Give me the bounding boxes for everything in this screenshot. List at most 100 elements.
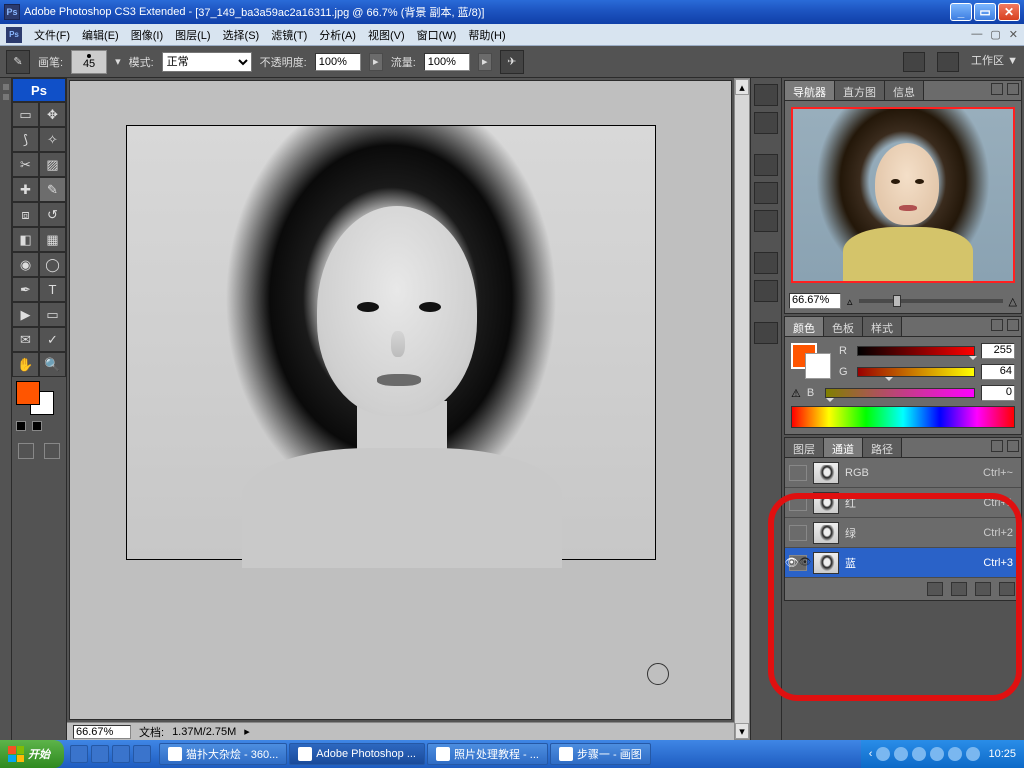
clone-stamp-tool[interactable]: ⧈ bbox=[12, 202, 39, 227]
zoom-field[interactable]: 66.67% bbox=[73, 725, 131, 739]
new-channel-icon[interactable] bbox=[975, 582, 991, 596]
menu-help[interactable]: 帮助(H) bbox=[468, 27, 505, 43]
channel-row[interactable]: 👁蓝Ctrl+3 bbox=[785, 548, 1021, 578]
tray-icon[interactable] bbox=[912, 747, 926, 761]
tab-channels[interactable]: 通道 bbox=[824, 438, 863, 457]
healing-brush-tool[interactable]: ✚ bbox=[12, 177, 39, 202]
taskbar-task[interactable]: 步骤一 - 画图 bbox=[550, 743, 651, 765]
taskbar-task[interactable]: Adobe Photoshop ... bbox=[289, 743, 425, 765]
blue-value[interactable]: 0 bbox=[981, 385, 1015, 401]
menu-select[interactable]: 选择(S) bbox=[223, 27, 260, 43]
palette-icon[interactable] bbox=[903, 52, 925, 72]
tab-swatches[interactable]: 色板 bbox=[824, 317, 863, 336]
crop-tool[interactable]: ✂ bbox=[12, 152, 39, 177]
hand-tool[interactable]: ✋ bbox=[12, 352, 39, 377]
zoom-out-icon[interactable]: ▵ bbox=[847, 295, 853, 308]
menu-file[interactable]: 文件(F) bbox=[34, 27, 70, 43]
slice-tool[interactable]: ▨ bbox=[39, 152, 66, 177]
eyedropper-tool[interactable]: ✓ bbox=[39, 327, 66, 352]
tray-icon[interactable] bbox=[966, 747, 980, 761]
menu-filter[interactable]: 滤镜(T) bbox=[271, 27, 307, 43]
quicklaunch-icon[interactable] bbox=[70, 745, 88, 763]
navigator-thumbnail[interactable] bbox=[791, 107, 1015, 283]
dock-icon[interactable] bbox=[754, 280, 778, 302]
dodge-tool[interactable]: ◯ bbox=[39, 252, 66, 277]
dock-icon[interactable] bbox=[754, 84, 778, 106]
channel-row[interactable]: 绿Ctrl+2 bbox=[785, 518, 1021, 548]
save-selection-icon[interactable] bbox=[951, 582, 967, 596]
lasso-tool[interactable]: ⟆ bbox=[12, 127, 39, 152]
window-minimize-button[interactable]: _ bbox=[950, 3, 972, 21]
visibility-toggle[interactable] bbox=[789, 465, 807, 481]
scroll-down-button[interactable]: ▾ bbox=[735, 723, 749, 739]
airbrush-toggle-icon[interactable]: ✈ bbox=[500, 50, 524, 74]
tab-navigator[interactable]: 导航器 bbox=[785, 81, 835, 100]
tray-icon[interactable] bbox=[930, 747, 944, 761]
delete-channel-icon[interactable] bbox=[999, 582, 1015, 596]
quicklaunch-icon[interactable] bbox=[112, 745, 130, 763]
eraser-tool[interactable]: ◧ bbox=[12, 227, 39, 252]
opacity-arrow[interactable]: ▸ bbox=[369, 53, 383, 71]
brush-picker-arrow[interactable]: ▾ bbox=[115, 55, 121, 68]
mdi-minimize-button[interactable]: — bbox=[971, 28, 982, 41]
tray-icon[interactable] bbox=[948, 747, 962, 761]
taskbar-task[interactable]: 猫扑大杂烩 - 360... bbox=[159, 743, 287, 765]
window-close-button[interactable]: ✕ bbox=[998, 3, 1020, 21]
panel-close-icon[interactable] bbox=[1007, 440, 1019, 452]
quickmask-toggle[interactable] bbox=[18, 443, 34, 459]
color-spectrum[interactable] bbox=[791, 406, 1015, 428]
start-button[interactable]: 开始 bbox=[0, 740, 64, 768]
menu-layer[interactable]: 图层(L) bbox=[175, 27, 210, 43]
panel-minimize-icon[interactable] bbox=[991, 440, 1003, 452]
tab-layers[interactable]: 图层 bbox=[785, 438, 824, 457]
opacity-field[interactable]: 100% bbox=[315, 53, 361, 71]
menu-view[interactable]: 视图(V) bbox=[368, 27, 405, 43]
visibility-toggle[interactable]: 👁 bbox=[789, 555, 807, 571]
scroll-up-button[interactable]: ▴ bbox=[735, 79, 749, 95]
path-select-tool[interactable]: ▶ bbox=[12, 302, 39, 327]
document-canvas[interactable] bbox=[126, 125, 656, 560]
tray-arrow-icon[interactable]: ‹ bbox=[869, 748, 873, 760]
blur-tool[interactable]: ◉ bbox=[12, 252, 39, 277]
tab-paths[interactable]: 路径 bbox=[863, 438, 902, 457]
dock-icon[interactable] bbox=[754, 112, 778, 134]
magic-wand-tool[interactable]: ✧ bbox=[39, 127, 66, 152]
status-arrow-icon[interactable]: ▸ bbox=[244, 725, 250, 738]
brush-preset-picker[interactable]: 45 bbox=[71, 50, 107, 74]
tab-color[interactable]: 颜色 bbox=[785, 317, 824, 336]
menu-edit[interactable]: 编辑(E) bbox=[82, 27, 119, 43]
clock[interactable]: 10:25 bbox=[988, 748, 1016, 760]
canvas-viewport[interactable] bbox=[69, 80, 732, 720]
dock-icon[interactable] bbox=[754, 154, 778, 176]
zoom-tool[interactable]: 🔍 bbox=[39, 352, 66, 377]
load-selection-icon[interactable] bbox=[927, 582, 943, 596]
dock-icon[interactable] bbox=[754, 322, 778, 344]
mdi-restore-button[interactable]: ▢ bbox=[990, 28, 1000, 41]
tray-icon[interactable] bbox=[894, 747, 908, 761]
window-maximize-button[interactable]: ▭ bbox=[974, 3, 996, 21]
flow-arrow[interactable]: ▸ bbox=[478, 53, 492, 71]
notes-tool[interactable]: ✉ bbox=[12, 327, 39, 352]
channel-row[interactable]: RGBCtrl+~ bbox=[785, 458, 1021, 488]
green-slider[interactable] bbox=[857, 367, 975, 377]
tab-histogram[interactable]: 直方图 bbox=[835, 81, 885, 100]
dock-icon[interactable] bbox=[754, 252, 778, 274]
current-tool-icon[interactable]: ✎ bbox=[6, 50, 30, 74]
history-brush-tool[interactable]: ↺ bbox=[39, 202, 66, 227]
blue-slider[interactable] bbox=[825, 388, 975, 398]
panel-minimize-icon[interactable] bbox=[991, 83, 1003, 95]
zoom-in-icon[interactable]: △ bbox=[1009, 295, 1017, 308]
gamut-warning-icon[interactable]: ⚠ bbox=[791, 387, 801, 400]
dock-icon[interactable] bbox=[754, 210, 778, 232]
menu-window[interactable]: 窗口(W) bbox=[417, 27, 457, 43]
screenmode-toggle[interactable] bbox=[44, 443, 60, 459]
tab-info[interactable]: 信息 bbox=[885, 81, 924, 100]
panel-minimize-icon[interactable] bbox=[991, 319, 1003, 331]
quicklaunch-icon[interactable] bbox=[133, 745, 151, 763]
navigator-zoom-field[interactable]: 66.67% bbox=[789, 293, 841, 309]
shape-tool[interactable]: ▭ bbox=[39, 302, 66, 327]
foreground-color-swatch[interactable] bbox=[16, 381, 40, 405]
red-value[interactable]: 255 bbox=[981, 343, 1015, 359]
visibility-toggle[interactable] bbox=[789, 495, 807, 511]
visibility-toggle[interactable] bbox=[789, 525, 807, 541]
